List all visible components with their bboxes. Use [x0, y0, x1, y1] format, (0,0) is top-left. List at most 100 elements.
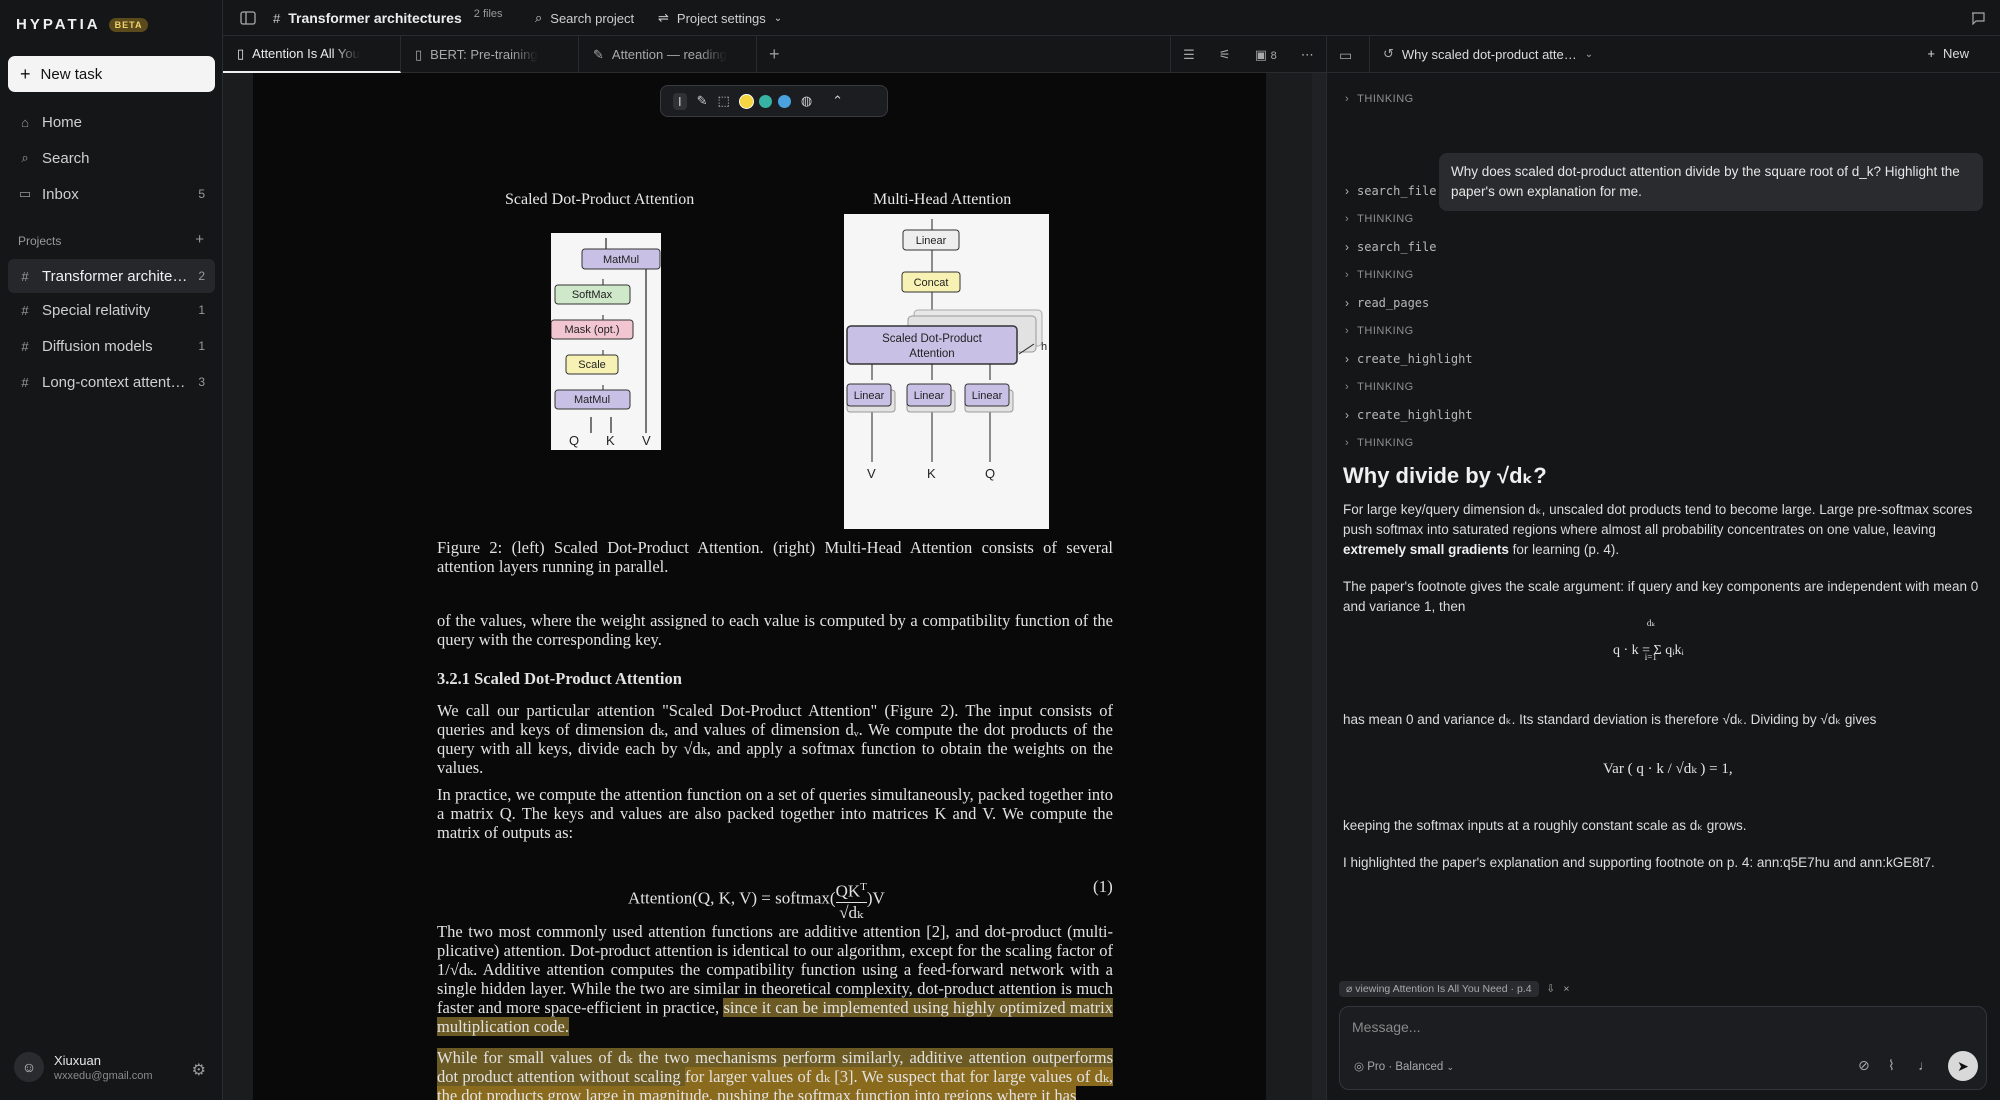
user-profile[interactable]: ☺ Xiuxuan wxxedu@gmail.com	[14, 1052, 153, 1082]
gear-icon[interactable]: ⚙	[192, 1060, 206, 1080]
microphone-icon[interactable]: ♩	[1918, 1057, 1932, 1073]
step-label: create_highlight	[1357, 408, 1473, 422]
tool-step[interactable]: › create_highlight	[1345, 352, 1473, 366]
add-project-button[interactable]: +	[195, 231, 204, 248]
model-icon: ◎	[1354, 1061, 1365, 1073]
attach-icon[interactable]: ⌇	[1888, 1057, 1895, 1074]
context-chip[interactable]: ⌀ viewing Attention Is All You Need · p.…	[1339, 981, 1539, 997]
tool-step[interactable]: › search_file	[1345, 240, 1436, 254]
thinking-step[interactable]: › THINKING	[1345, 269, 1414, 281]
step-label: THINKING	[1357, 269, 1414, 281]
box-scaled-dot-product: Scaled Dot-Product	[882, 333, 983, 345]
section-heading: 3.2.1 Scaled Dot-Product Attention	[437, 669, 682, 688]
tab-label: Attention — reading	[611, 47, 727, 62]
thinking-step[interactable]: › THINKING	[1345, 325, 1414, 337]
eq1-limits: dₖ i=1	[1636, 618, 1666, 663]
tool-step[interactable]: › search_file	[1345, 184, 1436, 198]
multi-head-attention-diagram: Scaled Dot-Product Attention h Linear Co…	[844, 214, 1049, 529]
chevron-up-icon[interactable]: ⌃	[832, 93, 843, 109]
thinking-step[interactable]: › THINKING	[1345, 381, 1414, 393]
nav-search[interactable]: ⌕ Search	[8, 143, 215, 173]
adjust-icon[interactable]: ⚟	[1219, 47, 1231, 63]
tab-attention-reading[interactable]: ✎ Attention — reading	[579, 36, 757, 73]
palette-icon[interactable]: ◍	[801, 93, 812, 109]
user-name: Xiuxuan	[54, 1052, 101, 1068]
eq-fraction-num: QKT	[835, 877, 867, 903]
box-linear-top: Linear	[916, 235, 947, 247]
chevron-down-icon: ⌄	[1446, 1062, 1455, 1072]
input-v: V	[642, 433, 651, 448]
project-count: 2	[198, 269, 205, 283]
nav-home-label: Home	[42, 113, 83, 131]
project-item-long-context[interactable]: # Long-context attent… 3	[8, 367, 215, 397]
nav-home[interactable]: ⌂ Home	[8, 107, 215, 137]
search-project-button[interactable]: ⌕ Search project	[535, 0, 634, 36]
nav-inbox[interactable]: ▭ Inbox 5	[8, 179, 215, 209]
swatch-blue[interactable]	[777, 94, 791, 108]
project-count: 1	[198, 303, 205, 317]
answer-p1-text: For large key/query dimension dₖ, unscal…	[1343, 502, 1973, 537]
outline-icon[interactable]: ☰	[1183, 47, 1195, 63]
pages-button[interactable]: ▣ 8	[1255, 47, 1277, 63]
thread-title: Why scaled dot-product atte…	[1401, 46, 1577, 62]
eq-lhs: Attention(Q, K, V) = softmax(	[628, 888, 836, 908]
project-item-diffusion[interactable]: # Diffusion models 1	[8, 331, 215, 361]
close-icon[interactable]: ×	[1563, 983, 1569, 995]
sidebar-toggle-icon[interactable]	[240, 0, 256, 36]
send-button[interactable]: ➤	[1948, 1051, 1978, 1081]
box-matmul-bottom: MatMul	[574, 394, 610, 406]
chat-panel: ▭ ↺ Why scaled dot-product atte… ⌄ + New…	[1326, 36, 2000, 1100]
thinking-step[interactable]: › THINKING	[1345, 213, 1414, 225]
model-selector[interactable]: ◎ Pro · Balanced ⌄	[1354, 1059, 1454, 1073]
history-icon: ↺	[1383, 46, 1394, 61]
chat-bubble-icon[interactable]: ▭	[1339, 47, 1352, 64]
answer-equation-2: Var ( q · k / √dₖ ) = 1,	[1603, 761, 1733, 777]
swatch-yellow[interactable]	[739, 94, 753, 108]
app-logo[interactable]: HYPATIA	[16, 16, 101, 33]
eq1-bottom: i=1	[1644, 652, 1657, 662]
tab-label: BERT: Pre-training	[430, 47, 538, 62]
chevron-right-icon: ›	[1345, 240, 1349, 254]
rect-select-icon[interactable]: ⬚	[718, 93, 730, 109]
new-task-button[interactable]: + New task	[8, 56, 215, 92]
thinking-step[interactable]: › THINKING	[1345, 93, 1414, 105]
input-v: V	[867, 466, 876, 481]
box-matmul-top: MatMul	[603, 254, 639, 266]
scrollbar[interactable]	[1312, 73, 1326, 1100]
answer-paragraph-2: The paper's footnote gives the scale arg…	[1343, 579, 1979, 614]
project-item-relativity[interactable]: # Special relativity 1	[8, 295, 215, 325]
swatch-teal[interactable]	[758, 94, 772, 108]
top-bar: # Transformer architectures 2 files ⌕ Se…	[223, 0, 2000, 36]
tab-attention-paper[interactable]: ▯ Attention Is All You	[223, 36, 401, 73]
eq-sup: T	[860, 881, 867, 893]
link-icon[interactable]: ⊘	[1858, 1057, 1870, 1074]
tool-step[interactable]: › create_highlight	[1345, 408, 1473, 422]
project-item-transformer[interactable]: # Transformer archite… 2	[8, 259, 215, 293]
new-chat-button[interactable]: + New	[1927, 46, 1969, 61]
add-tab-button[interactable]: +	[769, 44, 780, 65]
plus-icon: +	[1927, 46, 1935, 61]
eq1-top: dₖ	[1646, 618, 1655, 628]
thinking-step[interactable]: › THINKING	[1345, 437, 1414, 449]
more-icon[interactable]: ⋯	[1301, 47, 1314, 63]
chat-thread-selector[interactable]: ↺ Why scaled dot-product atte… ⌄	[1383, 46, 1593, 62]
new-chat-label: New	[1942, 46, 1969, 61]
text-cursor-icon[interactable]: I	[673, 92, 687, 110]
note-icon: ✎	[593, 46, 604, 62]
chevron-right-icon: ›	[1345, 325, 1350, 337]
context-bar: ⌀ viewing Attention Is All You Need · p.…	[1339, 980, 1570, 998]
pen-icon[interactable]: ✎	[697, 93, 708, 109]
box-linear-k: Linear	[914, 390, 945, 402]
step-label: read_pages	[1357, 296, 1430, 310]
message-input[interactable]: Message...	[1352, 1019, 1420, 1035]
pin-icon[interactable]: ⇩	[1547, 983, 1556, 995]
step-label: search_file	[1357, 184, 1437, 198]
chevron-down-icon: ⌄	[773, 12, 783, 24]
tab-bert-paper[interactable]: ▯ BERT: Pre-training	[401, 36, 579, 73]
tool-step[interactable]: › read_pages	[1345, 296, 1429, 310]
box-scaled-dot-product-line2: Attention	[909, 348, 954, 360]
input-q: Q	[569, 433, 579, 448]
chat-panel-toggle-icon[interactable]	[1971, 0, 1985, 36]
message-composer[interactable]: Message... ◎ Pro · Balanced ⌄ ⊘ ⌇ ♩ ➤	[1339, 1006, 1987, 1090]
project-settings-button[interactable]: ⇌ Project settings ⌄	[658, 0, 782, 36]
